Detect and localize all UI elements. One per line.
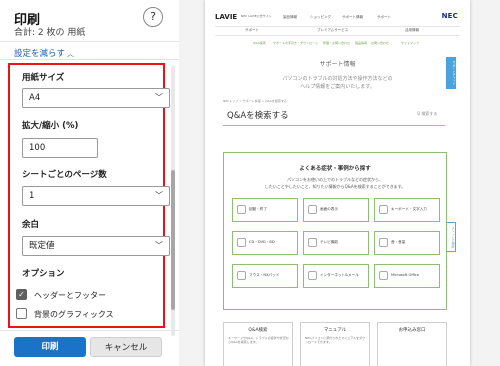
symptom-tile: Microsoft Office xyxy=(374,264,440,288)
settings-divider xyxy=(0,59,179,60)
support-desc-line: ヘルプ情報をご案内いたします。 xyxy=(300,84,375,90)
lavie-logo: LAVIE xyxy=(215,13,238,21)
qa-search-title: Q&Aを検索する xyxy=(227,111,289,121)
scale-input[interactable]: 100 xyxy=(22,138,98,158)
tile-label: キーボード・文字入力 xyxy=(391,207,427,211)
symptom-tile: インターネット&メール xyxy=(303,264,369,288)
office-icon xyxy=(379,271,388,280)
side-chat-tab-2: チャットで相談 xyxy=(446,222,456,252)
margins-value: 既定値 xyxy=(29,241,55,251)
preview-link: サポートの手引き・ダウンロード xyxy=(273,41,319,45)
pages-per-sheet-label: シートごとのページ数 xyxy=(22,170,107,180)
help-button[interactable]: ? xyxy=(143,7,163,27)
chevron-down-icon: ﹀ xyxy=(155,93,163,102)
headers-footers-checkbox[interactable]: ✓ xyxy=(16,289,27,300)
print-preview-page: LAVIE NEC LAVIE公式サイト 製品情報 ショッピング サポート情報 … xyxy=(205,0,470,366)
footer-divider xyxy=(0,330,179,331)
internet-icon xyxy=(308,271,317,280)
logo-subtitle: NEC LAVIE公式サイト xyxy=(241,14,272,18)
nec-logo: NEC xyxy=(441,12,458,20)
header-divider xyxy=(0,41,179,42)
speaker-icon xyxy=(379,238,388,247)
pages-per-sheet-value: 1 xyxy=(29,191,35,201)
preview-link: 修理・お問い合わせ xyxy=(323,41,351,45)
chevron-up-icon: ︿ xyxy=(66,50,74,58)
paper-size-value: A4 xyxy=(29,93,41,103)
preview-link: サイトマップ xyxy=(401,41,420,45)
chevron-down-icon: ﹀ xyxy=(155,191,163,200)
symptom-tile: テレビ機能 xyxy=(303,231,369,255)
preview-link: お問い合わせ xyxy=(371,41,390,45)
tile-label: マウス・NXパッド xyxy=(249,273,280,277)
symptom-box-title: よくある症状・事例から探す xyxy=(299,166,371,172)
chevron-down-icon: ﹀ xyxy=(155,241,163,250)
support-desc-line: パソコンのトラブルの対処方法や操作方法などの xyxy=(282,76,393,82)
info-column-body: NECパソコンに添付されたマニュアルをダウンロードできます。 xyxy=(305,336,366,344)
scrollbar-thumb[interactable] xyxy=(171,170,175,310)
symptom-box-desc: したいことやしたいこと、知りたい情報からQ&Aを検索することができます。 xyxy=(264,184,406,189)
qa-search-label: Q 検索する xyxy=(417,111,438,116)
keyboard-icon xyxy=(379,205,388,214)
margins-label: 余白 xyxy=(22,220,40,230)
info-column-title: マニュアル xyxy=(323,328,347,333)
tile-label: 音・音量 xyxy=(391,240,406,244)
info-column: お申込み窓口 xyxy=(377,322,447,366)
symptom-box-desc: パソコンをお使いの上でのトラブルなどの症状から、 xyxy=(287,177,383,182)
tile-label: Microsoft Office xyxy=(391,273,419,277)
info-column-title: お申込み窓口 xyxy=(398,328,426,333)
background-graphics-label: 背景のグラフィックス xyxy=(34,310,114,319)
check-icon: ✓ xyxy=(18,290,25,299)
topnav-item: 製品情報 xyxy=(283,15,297,19)
topnav-item: サポート情報 xyxy=(342,15,363,19)
print-settings-panel: 印刷 合計: 2 枚の 用紙 ? 設定を減らす ︿ 用紙サイズ A4 ﹀ 拡大/縮… xyxy=(0,0,179,366)
support-title: サポート情報 xyxy=(319,61,356,68)
tile-label: 起動・終了 xyxy=(249,207,267,211)
sheet-count: 合計: 2 枚の 用紙 xyxy=(14,28,86,38)
preview-link: 製品情報 xyxy=(355,41,368,45)
tile-label: CD・DVD・BD xyxy=(249,240,275,244)
topnav-item: サポート xyxy=(377,15,391,19)
print-button[interactable]: 印刷 xyxy=(14,337,86,357)
symptom-tile: 起動・終了 xyxy=(232,198,298,222)
info-column: マニュアル NECパソコンに添付されたマニュアルをダウンロードできます。 xyxy=(300,322,370,366)
options-label: オプション xyxy=(22,269,65,279)
subnav-item: プレミアムサービス xyxy=(317,28,349,32)
breadcrumb: NECトップ > サポート情報 > Q&Aを検索する xyxy=(223,99,287,103)
paper-size-label: 用紙サイズ xyxy=(22,73,65,83)
disc-icon xyxy=(237,238,246,247)
subnav-item: サポート xyxy=(245,28,259,32)
topnav-item: ショッピング xyxy=(310,15,331,19)
subnav-item: 活用情報 xyxy=(405,28,419,32)
symptom-tile: 画面の表示 xyxy=(303,198,369,222)
symptom-tile: マウス・NXパッド xyxy=(232,264,298,288)
tile-label: テレビ機能 xyxy=(320,240,338,244)
info-column-body: キーワードやQ&A、トラブルの症状や状況からQ&Aを検索します。 xyxy=(228,336,289,344)
tile-label: 画面の表示 xyxy=(320,207,338,211)
highlighted-settings-area: 用紙サイズ A4 ﹀ 拡大/縮小 (%) 100 シートごとのページ数 1 ﹀ … xyxy=(8,63,170,328)
mouse-icon xyxy=(237,271,246,280)
symptom-search-box: よくある症状・事例から探す パソコンをお使いの上でのトラブルなどの症状から、 し… xyxy=(223,152,447,310)
background-graphics-checkbox[interactable] xyxy=(16,308,27,319)
tv-icon xyxy=(308,238,317,247)
less-settings-link[interactable]: 設定を減らす ︿ xyxy=(14,47,74,59)
info-column-title: Q&A検索 xyxy=(248,328,268,333)
preview-subnav: サポート プレミアムサービス 活用情報 xyxy=(215,26,460,36)
cancel-button[interactable]: キャンセル xyxy=(90,337,162,357)
side-chat-tab: サポートチャット xyxy=(446,57,456,89)
symptom-tile: CD・DVD・BD xyxy=(232,231,298,255)
tile-label: インターネット&メール xyxy=(320,273,359,277)
info-column: Q&A検索 キーワードやQ&A、トラブルの症状や状況からQ&Aを検索します。 xyxy=(223,322,293,366)
symptom-tile: キーボード・文字入力 xyxy=(374,198,440,222)
preview-link: Q&A検索 xyxy=(253,41,266,45)
headers-footers-label: ヘッダーとフッター xyxy=(34,291,106,300)
symptom-tile: 音・音量 xyxy=(374,231,440,255)
paper-size-select[interactable]: A4 ﹀ xyxy=(22,88,170,108)
green-divider xyxy=(223,125,445,126)
less-settings-label: 設定を減らす xyxy=(14,49,65,59)
scale-label: 拡大/縮小 (%) xyxy=(22,121,79,131)
margins-select[interactable]: 既定値 ﹀ xyxy=(22,236,170,256)
display-icon xyxy=(308,205,317,214)
pages-per-sheet-select[interactable]: 1 ﹀ xyxy=(22,186,170,206)
power-icon xyxy=(237,205,246,214)
